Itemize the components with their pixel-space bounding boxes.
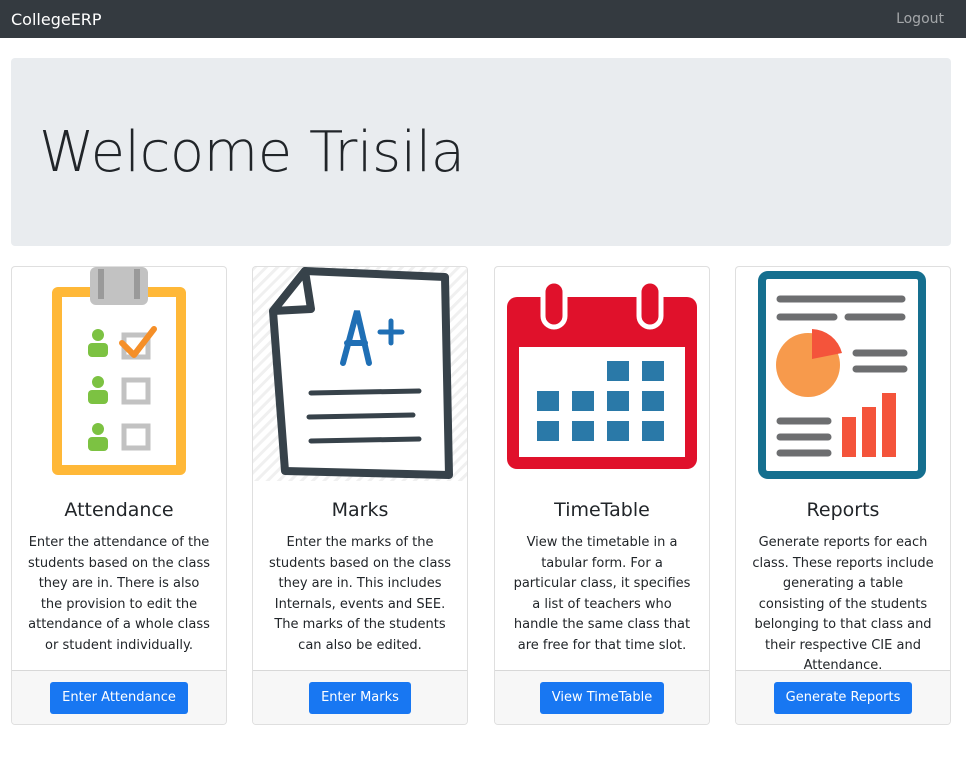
clipboard-checklist-icon xyxy=(12,267,226,481)
graded-paper-icon xyxy=(253,267,467,481)
view-timetable-button[interactable]: View TimeTable xyxy=(539,681,665,714)
reports-card: Reports Generate reports for each class.… xyxy=(735,266,951,725)
attendance-card: Attendance Enter the attendance of the s… xyxy=(11,266,227,725)
generate-reports-button[interactable]: Generate Reports xyxy=(773,681,913,714)
calendar-icon xyxy=(495,267,709,481)
marks-card: Marks Enter the marks of the students ba… xyxy=(252,266,468,725)
card-footer: Enter Marks xyxy=(253,670,467,724)
card-title: Attendance xyxy=(64,499,174,521)
enter-marks-button[interactable]: Enter Marks xyxy=(309,681,411,714)
logout-link[interactable]: Logout xyxy=(896,11,944,27)
timetable-card: TimeTable View the timetable in a tabula… xyxy=(494,266,710,725)
brand-logo[interactable]: CollegeERP xyxy=(11,10,102,29)
card-text: Enter the attendance of the students bas… xyxy=(27,535,211,653)
welcome-heading: Welcome Trisila xyxy=(39,120,465,185)
top-navbar: CollegeERP Logout xyxy=(0,0,966,38)
card-title: Marks xyxy=(331,499,389,521)
card-footer: Enter Attendance xyxy=(12,670,226,724)
card-text: Generate reports for each class. These r… xyxy=(752,535,934,673)
card-footer: Generate Reports xyxy=(736,670,950,724)
card-title: TimeTable xyxy=(554,499,650,521)
enter-attendance-button[interactable]: Enter Attendance xyxy=(50,681,188,714)
card-title: Reports xyxy=(806,499,880,521)
report-chart-icon xyxy=(736,267,950,481)
welcome-jumbotron: Welcome Trisila xyxy=(11,58,951,246)
card-text: View the timetable in a tabular form. Fo… xyxy=(513,535,691,653)
card-text: Enter the marks of the students based on… xyxy=(268,535,452,653)
card-footer: View TimeTable xyxy=(495,670,709,724)
